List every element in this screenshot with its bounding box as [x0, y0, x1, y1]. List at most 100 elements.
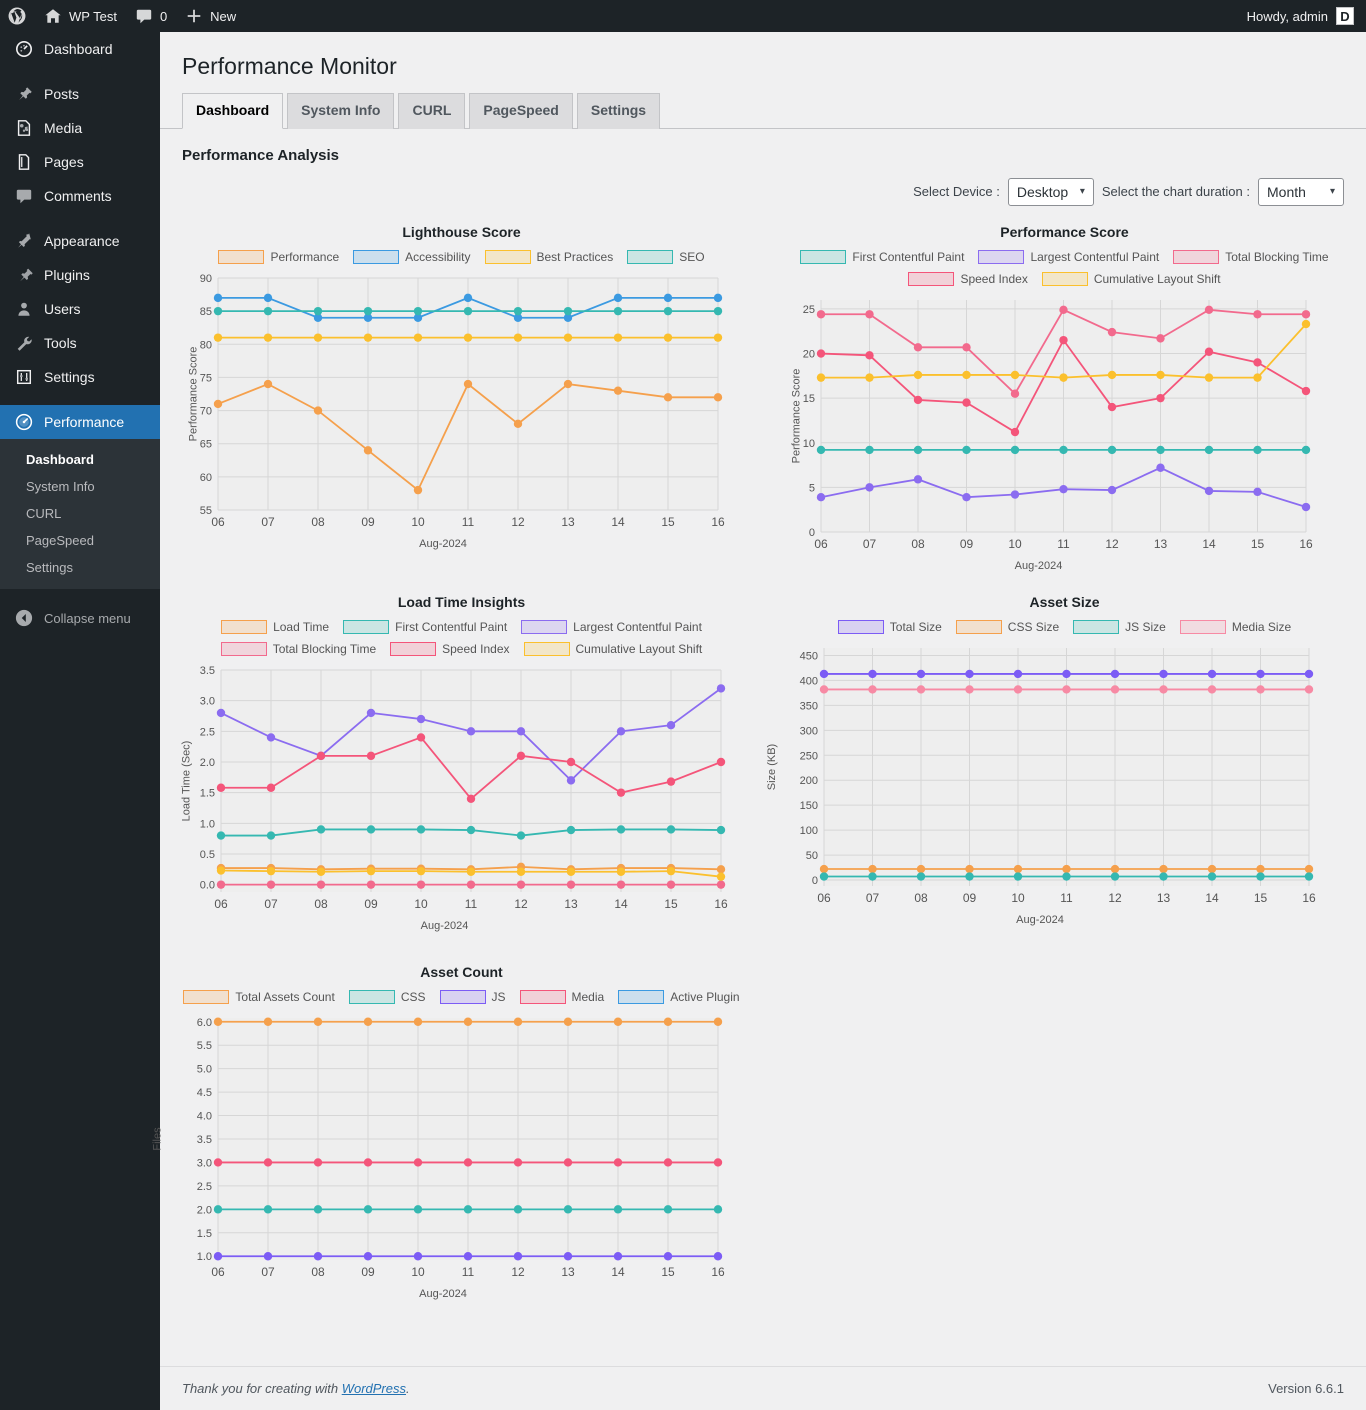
svg-text:06: 06	[817, 891, 831, 905]
svg-text:15: 15	[803, 393, 815, 405]
svg-text:11: 11	[465, 897, 478, 911]
submenu-item-system-info[interactable]: System Info	[0, 473, 160, 500]
legend-item[interactable]: JS Size	[1073, 619, 1166, 634]
svg-text:2.5: 2.5	[197, 1181, 212, 1193]
media-icon	[14, 118, 34, 138]
svg-text:3.0: 3.0	[197, 1157, 212, 1169]
legend-label: Accessibility	[405, 249, 471, 264]
svg-text:09: 09	[361, 515, 375, 529]
collapse-menu-button[interactable]: Collapse menu	[0, 601, 160, 635]
comment-bubble-icon	[135, 7, 153, 25]
legend-item[interactable]: JS	[439, 989, 506, 1004]
tab-settings[interactable]: Settings	[576, 92, 661, 129]
legend-swatch	[353, 249, 400, 264]
brush-icon	[14, 231, 34, 251]
duration-select[interactable]: Month ▾	[1258, 177, 1344, 206]
legend-swatch	[1041, 271, 1088, 286]
sidebar-item-settings[interactable]: Settings	[0, 360, 160, 394]
x-axis-label: Aug-2024	[419, 537, 467, 550]
tab-pagespeed[interactable]: PageSpeed	[469, 92, 573, 129]
sidebar-item-plugins[interactable]: Plugins	[0, 258, 160, 292]
legend-item[interactable]: Total Size	[837, 619, 942, 634]
sidebar-item-comments[interactable]: Comments	[0, 179, 160, 213]
chart-legend: Total Assets Count CSS JS Media Active Plugi…	[160, 989, 763, 1004]
legend-item[interactable]: First Contentful Paint	[800, 249, 964, 264]
svg-text:1.0: 1.0	[197, 1251, 212, 1263]
svg-text:1.5: 1.5	[197, 1227, 212, 1239]
sidebar-item-dashboard[interactable]: Dashboard	[0, 32, 160, 66]
legend-item[interactable]: Largest Contentful Paint	[521, 619, 702, 634]
submenu-item-dashboard[interactable]: Dashboard	[0, 446, 160, 473]
sidebar-item-media[interactable]: Media	[0, 111, 160, 145]
sidebar-item-label: Appearance	[44, 233, 120, 249]
legend-item[interactable]: Cumulative Layout Shift	[523, 641, 702, 656]
legend-item[interactable]: CSS Size	[955, 619, 1059, 634]
new-content-menu[interactable]: New	[176, 0, 245, 32]
sidebar-item-pages[interactable]: Pages	[0, 145, 160, 179]
tab-dashboard[interactable]: Dashboard	[182, 92, 284, 129]
wordpress-icon	[8, 7, 26, 25]
legend-swatch	[1173, 249, 1220, 264]
svg-text:09: 09	[960, 537, 974, 551]
legend-item[interactable]: Speed Index	[908, 271, 1028, 286]
submenu-item-curl[interactable]: CURL	[0, 500, 160, 527]
svg-text:07: 07	[264, 897, 278, 911]
legend-label: Largest Contentful Paint	[573, 619, 702, 634]
legend-item[interactable]: Total Blocking Time	[1173, 249, 1329, 264]
sidebar-item-tools[interactable]: Tools	[0, 326, 160, 360]
submenu-item-pagespeed[interactable]: PageSpeed	[0, 527, 160, 554]
chart-asset-count: Asset Count Total Assets Count CSS JS Media A…	[152, 964, 763, 1300]
sidebar-item-users[interactable]: Users	[0, 292, 160, 326]
legend-item[interactable]: Total Blocking Time	[220, 641, 376, 656]
legend-swatch	[220, 641, 267, 656]
chart-legend: Load Time First Contentful Paint Largest C…	[160, 619, 763, 656]
legend-item[interactable]: Best Practices	[484, 249, 613, 264]
legend-item[interactable]: Media Size	[1179, 619, 1291, 634]
howdy-label[interactable]: Howdy, admin	[1247, 9, 1328, 24]
svg-text:12: 12	[511, 1265, 525, 1279]
wp-logo-menu[interactable]	[0, 0, 35, 32]
sidebar-item-posts[interactable]: Posts	[0, 77, 160, 111]
svg-text:16: 16	[714, 897, 728, 911]
legend-item[interactable]: Speed Index	[390, 641, 510, 656]
svg-text:16: 16	[1299, 537, 1313, 551]
legend-item[interactable]: CSS	[348, 989, 426, 1004]
legend-swatch	[978, 249, 1025, 264]
chart-plot: 0.0 0.5 1.0 1.5 2.0 2.5 3.0 3.5 06 07 08 09 10 11 12 13…	[160, 662, 763, 918]
tab-curl[interactable]: CURL	[398, 92, 466, 129]
avatar[interactable]: D	[1336, 7, 1354, 25]
section-title: Performance Analysis	[182, 146, 340, 164]
legend-label: First Contentful Paint	[395, 619, 508, 634]
legend-item[interactable]: Accessibility	[353, 249, 471, 264]
svg-text:90: 90	[200, 273, 212, 285]
sidebar-item-appearance[interactable]: Appearance	[0, 224, 160, 258]
svg-text:14: 14	[611, 1265, 625, 1279]
site-name-menu[interactable]: WP Test	[35, 0, 126, 32]
legend-item[interactable]: Largest Contentful Paint	[978, 249, 1159, 264]
wordpress-link[interactable]: WordPress	[342, 1381, 406, 1396]
svg-text:14: 14	[614, 897, 628, 911]
svg-text:50: 50	[806, 850, 818, 862]
legend-item[interactable]: Media	[519, 989, 604, 1004]
svg-text:5: 5	[809, 482, 815, 494]
legend-item[interactable]: Cumulative Layout Shift	[1041, 271, 1221, 286]
svg-text:08: 08	[914, 891, 928, 905]
legend-item[interactable]: Load Time	[221, 619, 329, 634]
legend-item[interactable]: First Contentful Paint	[343, 619, 508, 634]
svg-text:350: 350	[800, 700, 818, 712]
legend-item[interactable]: Active Plugin	[618, 989, 740, 1004]
chart-legend: Performance Accessibility Best Practices SE…	[160, 249, 763, 264]
device-select[interactable]: Desktop ▾	[1007, 177, 1094, 206]
svg-text:150: 150	[800, 800, 818, 812]
tab-system-info[interactable]: System Info	[287, 92, 395, 129]
legend-item[interactable]: Total Assets Count	[183, 989, 335, 1004]
legend-item[interactable]: SEO	[627, 249, 705, 264]
svg-text:60: 60	[200, 472, 212, 484]
legend-item[interactable]: Performance	[218, 249, 339, 264]
submenu-item-settings[interactable]: Settings	[0, 554, 160, 581]
sidebar-item-performance[interactable]: Performance	[0, 405, 168, 439]
comments-menu[interactable]: 0	[126, 0, 176, 32]
x-axis-label: Aug-2024	[420, 919, 469, 932]
plus-icon	[185, 7, 203, 25]
legend-swatch	[837, 619, 884, 634]
